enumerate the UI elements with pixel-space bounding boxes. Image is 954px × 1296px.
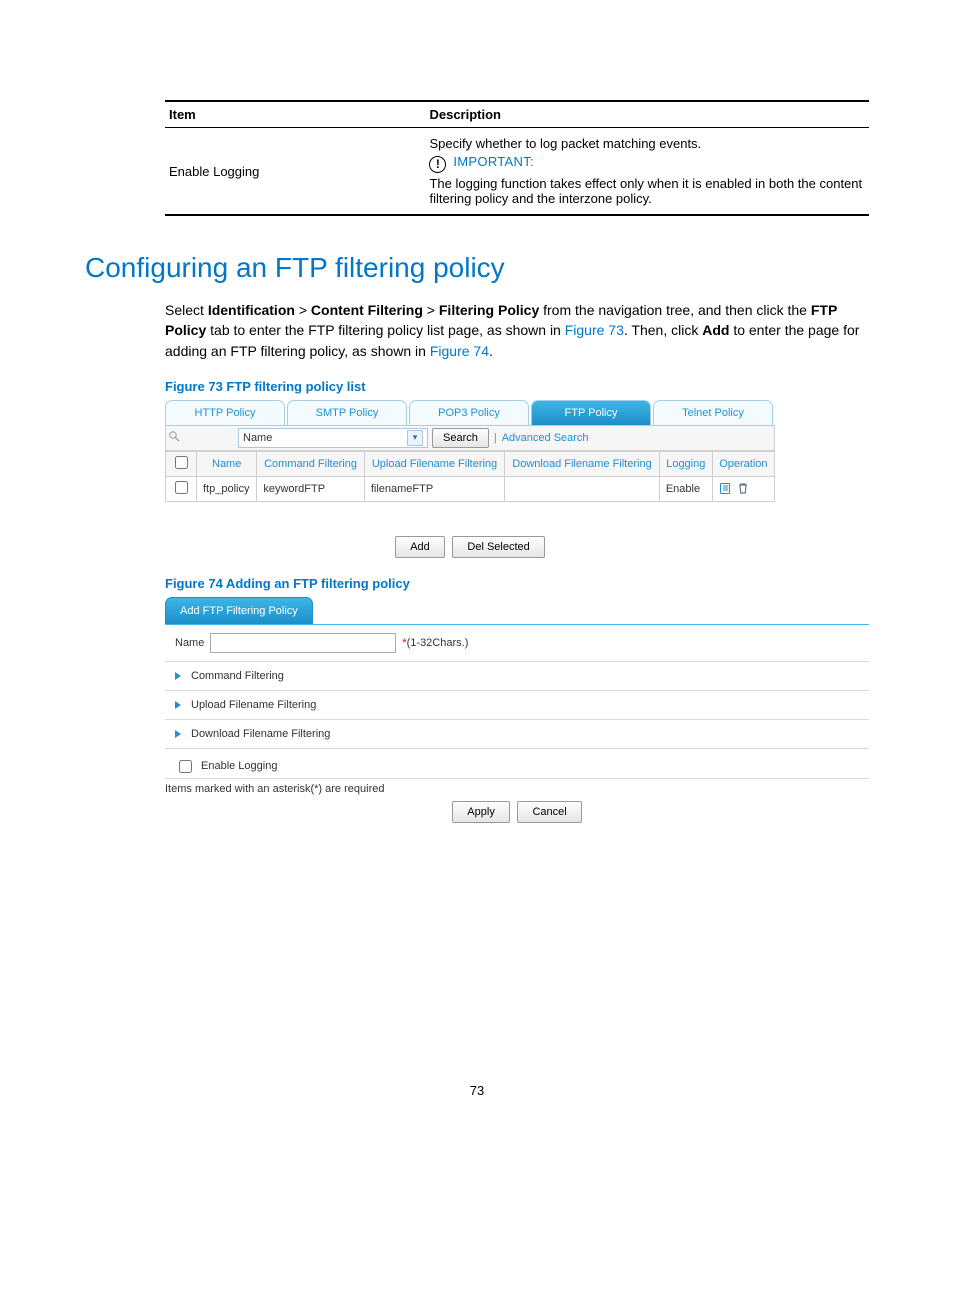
enable-logging-row: Enable Logging (165, 749, 869, 778)
del-selected-button[interactable]: Del Selected (452, 536, 544, 558)
expand-icon (175, 730, 181, 738)
search-icon (166, 430, 182, 445)
row-select-checkbox[interactable] (175, 481, 188, 494)
name-label: Name (175, 637, 204, 649)
add-ftp-tab: Add FTP Filtering Policy (165, 597, 313, 624)
section-download-filename-filtering[interactable]: Download Filename Filtering (165, 720, 869, 749)
section-upload-filename-filtering[interactable]: Upload Filename Filtering (165, 691, 869, 720)
section-label: Command Filtering (191, 670, 284, 682)
tab-telnet-policy[interactable]: Telnet Policy (653, 400, 773, 425)
col-command-filtering: Command Filtering (257, 451, 364, 476)
col-upload-filename-filtering: Upload Filename Filtering (364, 451, 504, 476)
policy-list-table: Name Command Filtering Upload Filename F… (165, 451, 775, 502)
select-all-checkbox[interactable] (175, 456, 188, 469)
figure-73-caption: Figure 73 FTP filtering policy list (165, 379, 869, 394)
search-field-select[interactable]: Name ▾ (238, 428, 428, 448)
col-logging: Logging (659, 451, 712, 476)
search-bar: Name ▾ Search | Advanced Search (165, 426, 775, 451)
important-icon: ! (429, 156, 446, 173)
figure-73-screenshot: HTTP Policy SMTP Policy POP3 Policy FTP … (165, 400, 775, 502)
section-heading: Configuring an FTP filtering policy (85, 252, 869, 284)
figure-74-caption: Figure 74 Adding an FTP filtering policy (165, 576, 869, 591)
instruction-paragraph: Select Identification > Content Filterin… (165, 300, 869, 361)
page-number: 73 (85, 1083, 869, 1098)
description-table: Item Description Enable Logging Specify … (165, 100, 869, 216)
cell-item: Enable Logging (165, 128, 425, 216)
enable-logging-label: Enable Logging (201, 760, 277, 772)
tab-http-policy[interactable]: HTTP Policy (165, 400, 285, 425)
tab-smtp-policy[interactable]: SMTP Policy (287, 400, 407, 425)
figure-73-link[interactable]: Figure 73 (565, 322, 624, 338)
desc-line: Specify whether to log packet matching e… (429, 136, 865, 151)
col-operation: Operation (712, 451, 774, 476)
tab-ftp-policy[interactable]: FTP Policy (531, 400, 651, 425)
col-header-item: Item (165, 101, 425, 128)
expand-icon (175, 672, 181, 680)
expand-icon (175, 701, 181, 709)
col-name: Name (197, 451, 257, 476)
section-label: Download Filename Filtering (191, 728, 330, 740)
tab-pop3-policy[interactable]: POP3 Policy (409, 400, 529, 425)
name-row: Name *(1-32Chars.) (165, 625, 869, 662)
list-buttons-row: Add Del Selected (165, 536, 775, 558)
cell-logging: Enable (659, 476, 712, 501)
col-download-filename-filtering: Download Filename Filtering (505, 451, 660, 476)
edit-icon[interactable] (719, 483, 737, 495)
figure-74-link[interactable]: Figure 74 (430, 343, 489, 359)
cell-operation (712, 476, 774, 501)
section-label: Upload Filename Filtering (191, 699, 316, 711)
cell-upload: filenameFTP (364, 476, 504, 501)
name-input[interactable] (210, 633, 396, 653)
policy-tabs: HTTP Policy SMTP Policy POP3 Policy FTP … (165, 400, 775, 426)
search-field-selected: Name (243, 432, 272, 444)
section-command-filtering[interactable]: Command Filtering (165, 662, 869, 691)
cell-command: keywordFTP (257, 476, 364, 501)
table-row: Enable Logging Specify whether to log pa… (165, 128, 869, 216)
advanced-search-link[interactable]: Advanced Search (502, 432, 589, 444)
cell-name: ftp_policy (197, 476, 257, 501)
important-callout: ! IMPORTANT: (429, 154, 865, 173)
form-buttons-row: Apply Cancel (165, 801, 869, 823)
figure-74-screenshot: Add FTP Filtering Policy Name *(1-32Char… (165, 597, 869, 795)
table-row: ftp_policy keywordFTP filenameFTP Enable (166, 476, 775, 501)
chevron-down-icon: ▾ (407, 430, 423, 446)
col-header-description: Description (425, 101, 869, 128)
apply-button[interactable]: Apply (452, 801, 510, 823)
search-button[interactable]: Search (432, 428, 489, 448)
name-hint: (1-32Chars.) (407, 637, 469, 649)
cell-description: Specify whether to log packet matching e… (425, 128, 869, 216)
important-label: IMPORTANT: (453, 154, 534, 169)
required-footnote: Items marked with an asterisk(*) are req… (165, 778, 869, 795)
add-button[interactable]: Add (395, 536, 445, 558)
enable-logging-checkbox[interactable] (179, 760, 192, 773)
separator: | (494, 432, 497, 444)
trash-icon[interactable] (737, 483, 751, 495)
search-input[interactable] (182, 429, 234, 447)
cell-download (505, 476, 660, 501)
select-all-header[interactable] (166, 451, 197, 476)
cancel-button[interactable]: Cancel (517, 801, 581, 823)
desc-line: The logging function takes effect only w… (429, 176, 865, 206)
